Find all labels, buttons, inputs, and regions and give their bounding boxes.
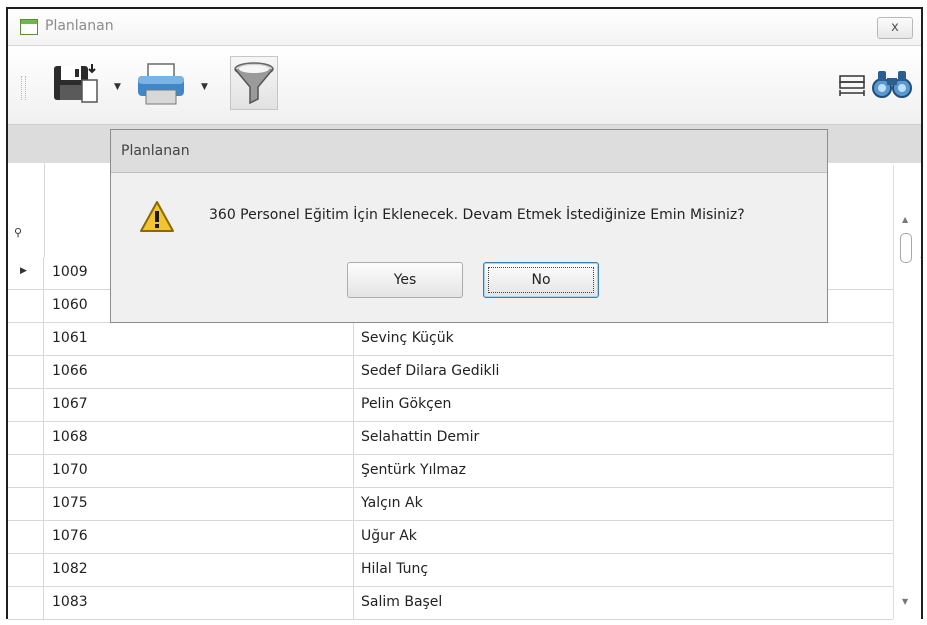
scroll-thumb[interactable] [900, 233, 912, 263]
confirm-dialog: Planlanan 360 Personel Eğitim İçin Eklen… [110, 129, 828, 323]
row-id: 1076 [52, 528, 88, 544]
row-id: 1075 [52, 495, 88, 511]
table-row[interactable]: 1066 Sedef Dilara Gedikli [8, 356, 893, 389]
table-row[interactable]: 1067 Pelin Gökçen [8, 389, 893, 422]
table-row[interactable]: 1083 Salim Başel [8, 587, 893, 620]
focus-rectangle [488, 267, 594, 293]
scroll-down-arrow-icon[interactable]: ▼ [902, 597, 908, 606]
warning-icon [140, 201, 174, 232]
row-id: 1067 [52, 396, 88, 412]
auto-filter-pin-icon[interactable]: ⚲ [14, 226, 22, 239]
row-id: 1060 [52, 297, 88, 313]
row-id: 1066 [52, 363, 88, 379]
table-row[interactable]: 1075 Yalçın Ak [8, 488, 893, 521]
row-name: Salim Başel [361, 594, 443, 610]
row-id: 1070 [52, 462, 88, 478]
table-row[interactable]: 1061 Sevinç Küçük [8, 323, 893, 356]
filter-icon [234, 62, 274, 105]
row-name: Selahattin Demir [361, 429, 480, 445]
row-id: 1068 [52, 429, 88, 445]
dialog-title: Planlanan [121, 143, 190, 159]
title-bar: Planlanan x [8, 9, 921, 46]
print-button[interactable] [134, 60, 190, 108]
table-row[interactable]: 1070 Şentürk Yılmaz [8, 455, 893, 488]
table-row[interactable]: 1082 Hilal Tunç [8, 554, 893, 587]
toolbar: ▼ ▼ [8, 46, 921, 125]
row-name: Yalçın Ak [361, 495, 423, 511]
yes-button[interactable]: Yes [347, 262, 463, 298]
save-dropdown-arrow[interactable]: ▼ [114, 82, 121, 92]
row-name: Uğur Ak [361, 528, 417, 544]
row-name: Hilal Tunç [361, 561, 429, 577]
row-name: Şentürk Yılmaz [361, 462, 466, 478]
no-button[interactable]: No [483, 262, 599, 298]
print-icon [138, 63, 184, 105]
dialog-message: 360 Personel Eğitim İçin Eklenecek. Deva… [209, 207, 745, 223]
row-id: 1061 [52, 330, 88, 346]
row-id: 1009 [52, 264, 88, 280]
indicator-column: ⚲ [8, 163, 45, 257]
filter-button[interactable] [230, 56, 278, 110]
row-name: Sedef Dilara Gedikli [361, 363, 500, 379]
vertical-scrollbar[interactable]: ▲ ▼ [893, 165, 920, 619]
row-name: Pelin Gökçen [361, 396, 452, 412]
toolbar-grip[interactable] [21, 76, 26, 100]
save-icon [54, 64, 98, 103]
find-button[interactable] [872, 68, 912, 100]
scroll-up-arrow-icon[interactable]: ▲ [902, 215, 908, 224]
planlanan-window: Planlanan x ▼ ▼ ⚲ ▶ 1009 1060 1061 Sevin… [6, 7, 923, 620]
window-title: Planlanan [45, 18, 114, 34]
close-button[interactable]: x [877, 17, 913, 39]
best-fit-button[interactable] [838, 74, 866, 98]
window-icon [20, 19, 38, 35]
table-row[interactable]: 1076 Uğur Ak [8, 521, 893, 554]
dialog-title-bar: Planlanan [111, 130, 827, 173]
print-dropdown-arrow[interactable]: ▼ [201, 82, 208, 92]
row-id: 1083 [52, 594, 88, 610]
column-width-icon [839, 75, 865, 96]
table-row[interactable]: 1068 Selahattin Demir [8, 422, 893, 455]
focused-row-arrow-icon: ▶ [20, 266, 27, 276]
row-id: 1082 [52, 561, 88, 577]
binoculars-icon [872, 71, 912, 98]
row-name: Sevinç Küçük [361, 330, 454, 346]
save-button[interactable] [52, 60, 102, 108]
